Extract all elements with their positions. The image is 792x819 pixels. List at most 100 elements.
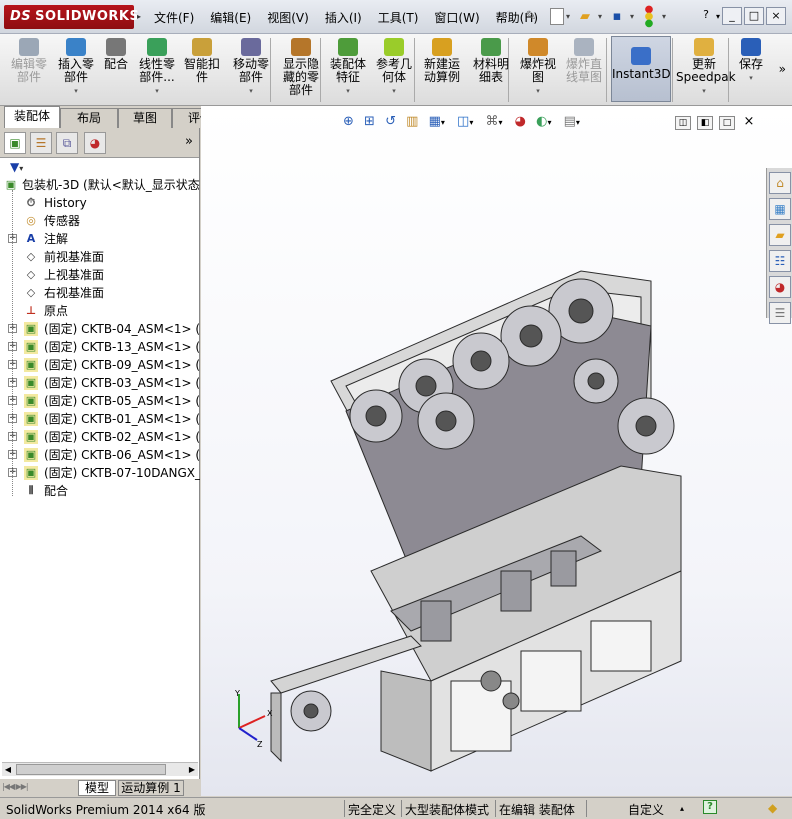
command-dropdown-icon[interactable]: ▾ (370, 85, 418, 98)
display-manager-tab-icon[interactable]: ◕ (84, 132, 106, 154)
settings-dropdown-icon[interactable]: ▾ (576, 118, 580, 127)
logo-menu-arrow-icon[interactable]: ▸ (137, 12, 141, 21)
appearances-icon[interactable]: ◕ (769, 276, 791, 298)
tree-item[interactable]: +▣(固定) CKTB-02_ASM<1> (默认 (0, 428, 200, 446)
tree-item[interactable]: +▣(固定) CKTB-07-10DANGX_ZHO (0, 464, 200, 482)
save-icon[interactable]: ▪ (606, 5, 628, 27)
tree-item[interactable]: ◇ 上视基准面 (0, 266, 200, 284)
reference-geometry-button[interactable]: 参考几 何体 ▾ (370, 38, 418, 98)
file-explorer-icon[interactable]: ▰ (769, 224, 791, 246)
help-dropdown-icon[interactable]: ▾ (716, 12, 720, 25)
save-dropdown-icon[interactable]: ▾ (630, 12, 634, 21)
viewport-maximize-icon[interactable]: □ (719, 116, 735, 130)
mate-button[interactable]: 配合 (98, 38, 134, 71)
view-dropdown-icon[interactable]: ▾ (441, 118, 445, 127)
scene-icon[interactable]: ◐ (536, 114, 547, 129)
tab-nav-arrows-icon[interactable]: |◀◀ ▶▶| (2, 782, 29, 791)
command-dropdown-icon[interactable]: ▾ (326, 85, 370, 98)
tree-item[interactable]: +▣(固定) CKTB-09_ASM<1> (默认 (0, 356, 200, 374)
tree-horizontal-scrollbar[interactable]: ◀ ▶ (2, 762, 198, 776)
pin-icon[interactable]: ✎ (520, 5, 542, 27)
command-dropdown-icon[interactable]: ▾ (732, 72, 770, 85)
tree-item[interactable]: ◇ 右视基准面 (0, 284, 200, 302)
update-speedpak-button[interactable]: 更新 Speedpak ▾ (676, 38, 736, 98)
menu-item[interactable]: 插入(I) (317, 9, 370, 26)
command-dropdown-icon[interactable]: ▾ (676, 85, 732, 98)
minimize-button[interactable]: _ (722, 7, 742, 25)
open-folder-icon[interactable]: ▰ (574, 5, 596, 27)
resources-home-icon[interactable]: ⌂ (769, 172, 791, 194)
tree-item[interactable]: ◎ 传感器 (0, 212, 200, 230)
linear-pattern-button[interactable]: 线性零 部件... ▾ (134, 38, 180, 98)
scene-dropdown-icon[interactable]: ▾ (547, 118, 551, 127)
menu-item[interactable]: 窗口(W) (426, 9, 487, 26)
command-dropdown-icon[interactable]: ▾ (54, 85, 98, 98)
viewport-close-icon[interactable]: × (741, 115, 757, 130)
view-settings-icon[interactable]: ▤ (564, 114, 576, 129)
tree-item[interactable]: +▣(固定) CKTB-04_ASM<1> (默认 (0, 320, 200, 338)
menu-item[interactable]: 视图(V) (259, 9, 317, 26)
assembly-model-render[interactable] (251, 251, 731, 811)
large-assembly-mode[interactable]: 大型装配体模式 (405, 801, 489, 818)
tree-root-assembly[interactable]: ▣ 包装机-3D (默认<默认_显示状态 (0, 176, 200, 194)
solidworks-logo[interactable]: DS SOLIDWORKS (4, 5, 139, 29)
help-status-icon[interactable]: ? (703, 800, 717, 814)
tab-model[interactable]: 模型 (78, 780, 116, 796)
tree-item[interactable]: ⏱ History (0, 194, 200, 212)
options-dropdown-icon[interactable]: ▾ (662, 12, 666, 21)
tree-item[interactable]: ⫴ 配合 (0, 482, 200, 500)
explode-line-sketch-button[interactable]: 爆炸直 线草图 (560, 38, 608, 84)
tab-motion-study[interactable]: 运动算例 1 (118, 780, 184, 796)
tree-item[interactable]: + A 注解 (0, 230, 200, 248)
more-tabs-icon[interactable]: » (185, 134, 193, 149)
instant3d-button[interactable]: Instant3D (611, 36, 671, 102)
new-dropdown-icon[interactable]: ▾ (566, 12, 570, 21)
menu-item[interactable]: 工具(T) (370, 9, 427, 26)
scroll-right-icon[interactable]: ▶ (186, 763, 198, 776)
maximize-button[interactable]: □ (744, 7, 764, 25)
more-commands-icon[interactable]: » (779, 62, 786, 76)
scroll-thumb[interactable] (16, 764, 166, 775)
tree-item[interactable]: +▣(固定) CKTB-06_ASM<1> (默认 (0, 446, 200, 464)
smart-fasteners-button[interactable]: 智能扣 件 (180, 38, 224, 84)
section-view-icon[interactable]: ▥ (406, 114, 418, 129)
insert-components-button[interactable]: 插入零 部件 ▾ (54, 38, 98, 98)
bill-of-materials-button[interactable]: 材料明 细表 (466, 38, 516, 84)
edit-component-button[interactable]: 编辑零 部件 (4, 38, 54, 84)
design-library-icon[interactable]: ▦ (769, 198, 791, 220)
configuration-manager-tab-icon[interactable]: ⧉ (56, 132, 78, 154)
scroll-left-icon[interactable]: ◀ (2, 763, 14, 776)
view-orientation-icon[interactable]: ◫ (457, 114, 469, 129)
help-icon[interactable]: ? (696, 7, 716, 25)
tab-2[interactable]: 草图 (118, 108, 172, 128)
menu-item[interactable]: 文件(F) (146, 9, 202, 26)
close-button[interactable]: × (766, 7, 786, 25)
view-palette-icon[interactable]: ☷ (769, 250, 791, 272)
command-dropdown-icon[interactable]: ▾ (134, 85, 180, 98)
viewport-tile-icon[interactable]: ◫ (675, 116, 691, 130)
previous-view-icon[interactable]: ↺ (385, 114, 396, 129)
display-style-icon[interactable]: ⌘ (485, 114, 498, 129)
tag-icon[interactable]: ◆ (768, 801, 777, 815)
unit-dropdown-icon[interactable]: ▴ (680, 804, 684, 813)
open-dropdown-icon[interactable]: ▾ (598, 12, 602, 21)
display-style-dropdown-icon[interactable]: ▾ (498, 118, 502, 127)
feature-tree-tab-icon[interactable]: ▣ (4, 132, 26, 154)
command-dropdown-icon[interactable]: ▾ (516, 85, 560, 98)
zoom-to-area-icon[interactable]: ⊞ (364, 114, 375, 129)
tree-item[interactable]: +▣(固定) CKTB-05_ASM<1> (默认 (0, 392, 200, 410)
tree-item[interactable]: +▣(固定) CKTB-13_ASM<1> (默认 (0, 338, 200, 356)
show-hidden-components-button[interactable]: 显示隐 藏的零 部件 (276, 38, 326, 97)
new-motion-study-button[interactable]: 新建运 动算例 (418, 38, 466, 84)
appearance-icon[interactable]: ◕ (515, 114, 526, 129)
tree-item[interactable]: +▣(固定) CKTB-01_ASM<1> (默认 (0, 410, 200, 428)
exploded-view-button[interactable]: 爆炸视 图 ▾ (516, 38, 560, 98)
save-button[interactable]: 保存 ▾ (732, 38, 770, 85)
graphics-area[interactable]: ⊕ ⊞ ↺ ▥ ▦▾ ◫▾ ⌘▾ ◕ ◐▾ ▤▾ ◫ ◧ □ × Y X Z ⌂… (201, 106, 792, 796)
tab-1[interactable]: 布局 (60, 108, 118, 128)
new-document-icon[interactable] (550, 7, 564, 25)
zoom-to-fit-icon[interactable]: ⊕ (343, 114, 354, 129)
tree-item[interactable]: ◇ 前视基准面 (0, 248, 200, 266)
rebuild-traffic-light-icon[interactable]: ● ● ● (638, 4, 660, 28)
menu-item[interactable]: 编辑(E) (202, 9, 259, 26)
